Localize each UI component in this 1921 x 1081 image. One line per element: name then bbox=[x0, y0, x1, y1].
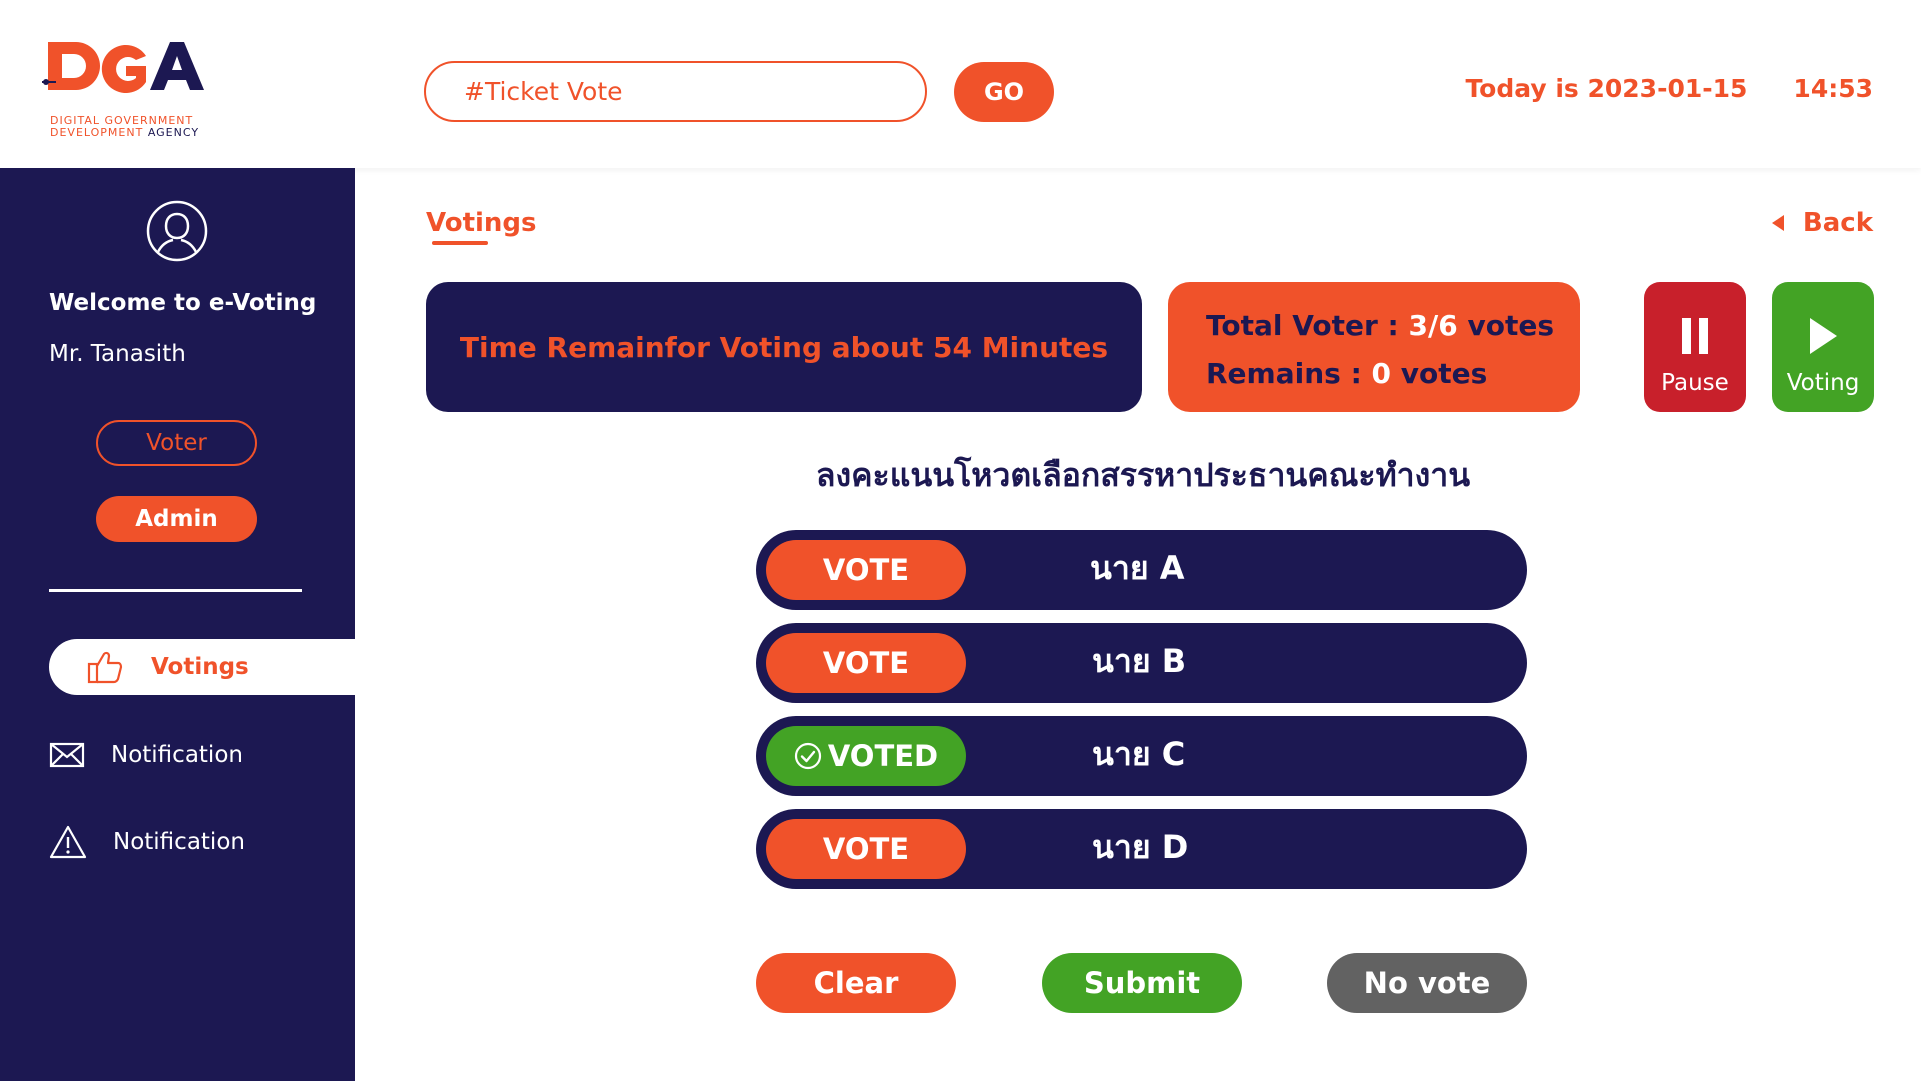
date-time-display: Today is 2023-01-15 14:53 bbox=[1465, 74, 1873, 103]
vote-button-label: VOTE bbox=[822, 646, 910, 680]
pause-icon bbox=[1682, 318, 1708, 354]
time-remaining-panel: Time Remainfor Voting about 54 Minutes bbox=[426, 282, 1142, 412]
total-voter-label: Total Voter : bbox=[1206, 309, 1409, 342]
voter-role-button[interactable]: Voter bbox=[96, 420, 257, 466]
sidebar-item-notification-alert[interactable]: Notification bbox=[49, 814, 245, 870]
top-header: DIGITAL GOVERNMENT DEVELOPMENT AGENCY GO… bbox=[0, 0, 1921, 168]
no-vote-button[interactable]: No vote bbox=[1327, 953, 1527, 1013]
sidebar: Welcome to e-Voting Mr. Tanasith Voter A… bbox=[0, 168, 355, 1081]
vote-button-label: VOTE bbox=[822, 832, 910, 866]
remains-line: Remains : 0 votes bbox=[1206, 350, 1580, 398]
total-voter-line: Total Voter : 3/6 votes bbox=[1206, 302, 1580, 350]
check-circle-icon bbox=[794, 742, 821, 770]
voting-question: ลงคะแนนโหวตเลือกสรรหาประธานคณะทำงาน bbox=[815, 456, 1471, 494]
clear-button[interactable]: Clear bbox=[756, 953, 956, 1013]
sidebar-item-votings[interactable]: Votings bbox=[49, 639, 355, 695]
vote-button-label: VOTE bbox=[822, 553, 910, 587]
thumbs-up-icon bbox=[87, 651, 123, 684]
page-title: Votings bbox=[426, 208, 537, 238]
sidebar-item-notification-mail[interactable]: Notification bbox=[49, 727, 243, 783]
user-name: Mr. Tanasith bbox=[49, 341, 186, 367]
ticket-search-input[interactable] bbox=[424, 61, 927, 122]
voted-button[interactable]: VOTED bbox=[766, 726, 966, 786]
pause-button[interactable]: Pause bbox=[1644, 282, 1746, 412]
time-remaining-text: Time Remainfor Voting about 54 Minutes bbox=[459, 330, 1109, 364]
dga-logo: DIGITAL GOVERNMENT DEVELOPMENT AGENCY bbox=[42, 38, 222, 143]
remains-unit: votes bbox=[1391, 357, 1488, 390]
sidebar-item-label: Notification bbox=[113, 829, 245, 855]
candidate-row: VOTE นาย A bbox=[756, 530, 1527, 610]
candidate-name: นาย D bbox=[1092, 828, 1189, 866]
candidate-name: นาย B bbox=[1092, 642, 1187, 680]
sidebar-divider bbox=[49, 589, 302, 592]
candidate-name: นาย A bbox=[1090, 549, 1185, 587]
total-voter-value: 3/6 bbox=[1408, 309, 1458, 342]
submit-button[interactable]: Submit bbox=[1042, 953, 1242, 1013]
vote-button[interactable]: VOTE bbox=[766, 633, 966, 693]
warning-icon bbox=[49, 825, 87, 859]
voted-button-label: VOTED bbox=[827, 739, 939, 773]
logo-text-development: DEVELOPMENT bbox=[50, 126, 144, 139]
sidebar-item-label: Votings bbox=[151, 654, 249, 680]
logo-text-line2: DEVELOPMENT AGENCY bbox=[50, 126, 199, 139]
play-icon bbox=[1810, 318, 1837, 354]
remains-label: Remains : bbox=[1206, 357, 1372, 390]
admin-role-button[interactable]: Admin bbox=[96, 496, 257, 542]
vote-button[interactable]: VOTE bbox=[766, 540, 966, 600]
candidate-row: VOTED นาย C bbox=[756, 716, 1527, 796]
user-icon bbox=[146, 200, 208, 262]
go-button[interactable]: GO bbox=[954, 62, 1054, 122]
welcome-text: Welcome to e-Voting bbox=[49, 290, 317, 316]
candidate-name: นาย C bbox=[1092, 735, 1186, 773]
logo-text-agency: AGENCY bbox=[147, 126, 200, 139]
pause-label: Pause bbox=[1661, 370, 1729, 396]
candidate-row: VOTE นาย D bbox=[756, 809, 1527, 889]
voting-play-button[interactable]: Voting bbox=[1772, 282, 1874, 412]
candidate-row: VOTE นาย B bbox=[756, 623, 1527, 703]
back-label: Back bbox=[1802, 208, 1873, 238]
envelope-icon bbox=[49, 742, 85, 768]
dga-logo-mark bbox=[42, 42, 204, 93]
today-date: Today is 2023-01-15 bbox=[1465, 74, 1748, 103]
voting-label: Voting bbox=[1786, 370, 1860, 396]
sidebar-item-label: Notification bbox=[111, 742, 243, 768]
vote-button[interactable]: VOTE bbox=[766, 819, 966, 879]
page-title-underline bbox=[432, 241, 488, 245]
total-voter-unit: votes bbox=[1457, 309, 1554, 342]
voter-count-panel: Total Voter : 3/6 votes Remains : 0 vote… bbox=[1168, 282, 1580, 412]
caret-left-icon bbox=[1771, 215, 1784, 231]
current-time: 14:53 bbox=[1793, 74, 1873, 103]
remains-value: 0 bbox=[1371, 357, 1391, 390]
back-link[interactable]: Back bbox=[1771, 208, 1873, 238]
